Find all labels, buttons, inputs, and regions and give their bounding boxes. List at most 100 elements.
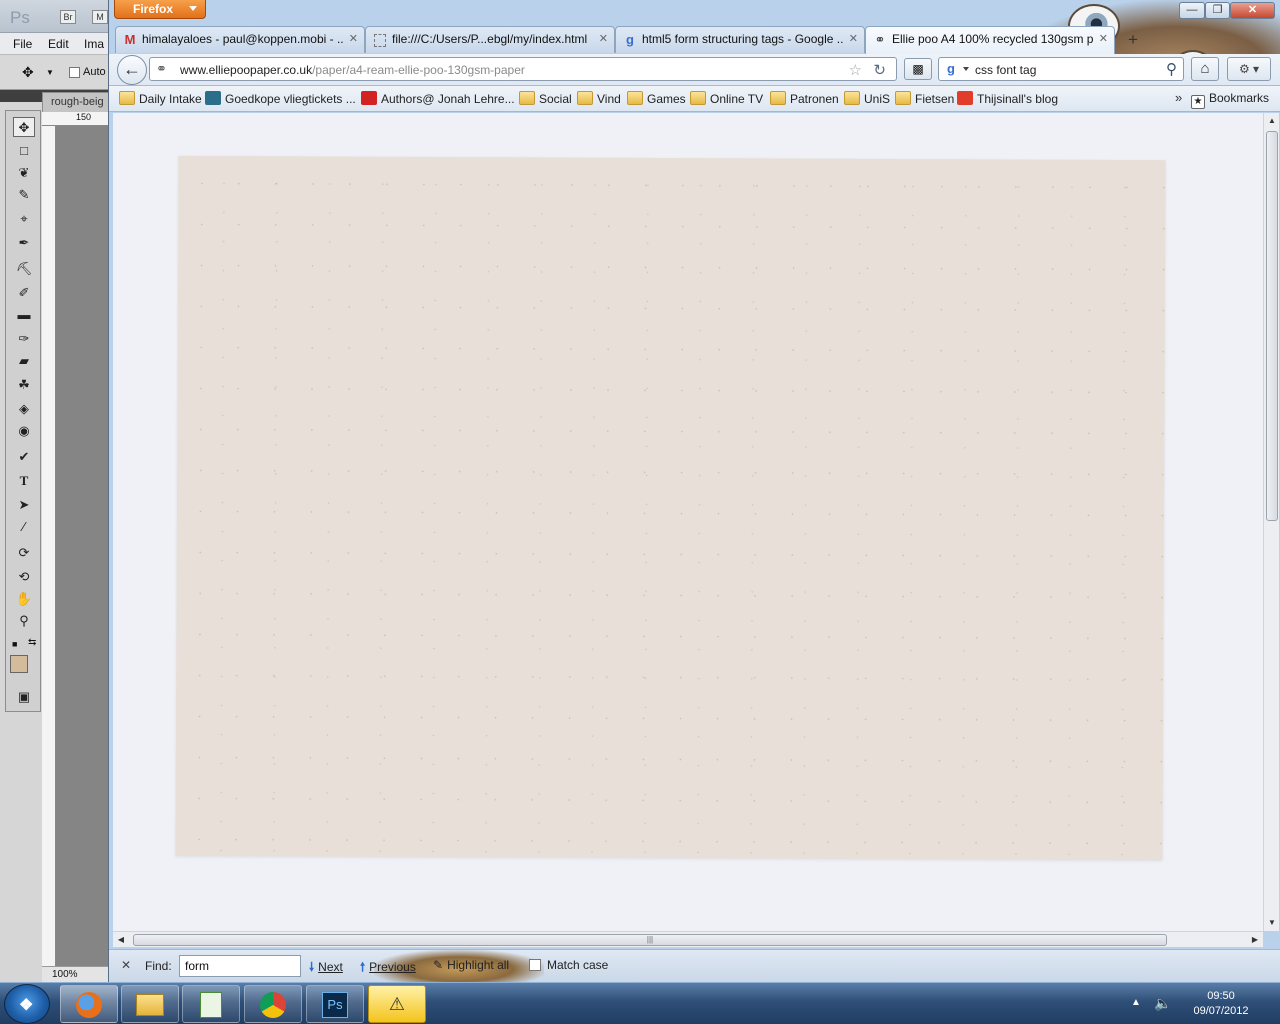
chrome-icon[interactable] — [244, 985, 302, 1023]
crop-icon[interactable]: ⌖ — [13, 209, 35, 229]
stamp-icon[interactable]: ▬ — [13, 305, 35, 325]
horizontal-scrollbar[interactable]: ◀ ||| ▶ — [113, 931, 1263, 947]
close-icon[interactable]: ✕ — [121, 958, 131, 972]
reload-icon[interactable]: ↻ — [873, 61, 886, 79]
bookmark-vind[interactable]: Vind — [577, 91, 621, 107]
photoshop-icon[interactable]: Ps — [306, 985, 364, 1023]
bookmark-daily-intake[interactable]: Daily Intake — [119, 91, 202, 107]
close-icon[interactable]: ✕ — [1099, 32, 1108, 45]
bookmark-fietsen[interactable]: Fietsen — [895, 91, 954, 107]
maximize-button[interactable]: ❐ — [1205, 2, 1230, 19]
tab-google-search[interactable]: g html5 form structuring tags - Google .… — [615, 26, 865, 53]
3d-orbit-icon[interactable]: ⟲ — [13, 567, 35, 587]
search-bar[interactable]: g css font tag ⚲ — [938, 57, 1184, 81]
scroll-left-icon[interactable]: ◀ — [113, 932, 129, 948]
quick-select-icon[interactable]: ✎ — [13, 185, 35, 205]
dodge-icon[interactable]: ◉ — [13, 421, 35, 441]
type-icon[interactable]: T — [13, 471, 35, 491]
pen-icon[interactable]: ✔ — [13, 447, 35, 467]
explorer-icon[interactable] — [121, 985, 179, 1023]
horizontal-scroll-thumb[interactable]: ||| — [133, 934, 1167, 946]
mini-bridge-button[interactable]: M — [92, 10, 108, 24]
tab-local-file[interactable]: file:///C:/Users/P...ebgl/my/index.html … — [365, 26, 615, 53]
menu-edit[interactable]: Edit — [48, 37, 69, 51]
find-input[interactable] — [179, 955, 301, 977]
home-button[interactable]: ⌂ — [1191, 57, 1219, 81]
marquee-icon[interactable]: □ — [13, 141, 35, 161]
firefox-icon[interactable] — [60, 985, 118, 1023]
healing-icon[interactable]: ⛏ — [13, 259, 35, 279]
new-tab-button[interactable]: + — [1122, 29, 1144, 51]
bookmark-goedkope-vliegtickets[interactable]: Goedkope vliegtickets ... — [205, 91, 356, 107]
notepad-icon[interactable] — [182, 985, 240, 1023]
chevron-down-icon[interactable]: ▼ — [46, 68, 54, 77]
menu-file[interactable]: File — [13, 37, 32, 51]
close-window-button[interactable]: ✕ — [1230, 2, 1275, 19]
url-bar[interactable]: ⚭ www.elliepoopaper.co.uk/paper/a4-ream-… — [149, 57, 897, 81]
eraser-icon[interactable]: ▰ — [13, 351, 35, 371]
vertical-scrollbar[interactable]: ▲ ▼ — [1263, 113, 1279, 931]
bookmark-thijsinall-blog[interactable]: Thijsinall's blog — [957, 91, 1058, 107]
close-icon[interactable]: ✕ — [349, 32, 358, 45]
bookmark-online-tv[interactable]: Online TV — [690, 91, 763, 107]
start-button[interactable]: ❖ — [4, 984, 50, 1024]
zoom-icon[interactable]: ⚲ — [13, 611, 35, 631]
match-case-checkbox[interactable]: Match case — [529, 958, 608, 972]
show-hidden-icons-icon[interactable]: ▲ — [1131, 997, 1141, 1008]
vertical-scroll-thumb[interactable] — [1266, 131, 1278, 521]
close-icon[interactable]: ✕ — [599, 32, 608, 45]
3d-rotate-icon[interactable]: ⟳ — [13, 543, 35, 563]
lasso-icon[interactable]: ❦ — [13, 163, 35, 183]
move-icon[interactable]: ✥ — [13, 117, 35, 137]
scroll-up-icon[interactable]: ▲ — [1264, 113, 1280, 129]
find-next-button[interactable]: 🠗 Next — [309, 958, 343, 979]
eyedropper-icon[interactable]: ✒ — [13, 233, 35, 253]
bookmark-star-icon[interactable]: ☆ — [849, 61, 862, 79]
photoshop-canvas-area[interactable] — [56, 126, 110, 966]
quick-mask-icon[interactable]: ▣ — [13, 687, 35, 707]
foreground-color-swatch[interactable] — [10, 655, 28, 673]
line-icon[interactable]: ∕ — [13, 517, 35, 537]
bucket-icon[interactable]: ☘ — [13, 375, 35, 395]
move-tool-icon[interactable]: ✥ — [22, 64, 34, 81]
warning-icon[interactable]: ⚠ — [368, 985, 426, 1023]
back-button[interactable]: ← — [117, 55, 147, 85]
blur-icon[interactable]: ◈ — [13, 399, 35, 419]
highlight-all-button[interactable]: ✎ Highlight all — [433, 958, 509, 972]
hand-icon[interactable]: ✋ — [13, 589, 35, 609]
volume-icon[interactable]: 🔈 — [1154, 995, 1171, 1012]
scroll-down-icon[interactable]: ▼ — [1264, 915, 1280, 931]
google-icon[interactable]: g — [943, 61, 959, 77]
tab-gmail[interactable]: M himalayaloes - paul@koppen.mobi - ... … — [115, 26, 365, 53]
system-clock[interactable]: 09:50 09/07/2012 — [1176, 989, 1266, 1019]
menu-image[interactable]: Ima — [84, 37, 104, 51]
bookmark-patronen[interactable]: Patronen — [770, 91, 839, 107]
minimize-button[interactable]: — — [1179, 2, 1205, 19]
history-brush-icon[interactable]: ✑ — [13, 329, 35, 349]
search-icon[interactable]: ⚲ — [1166, 60, 1177, 78]
brush-icon[interactable]: ✐ — [13, 283, 35, 303]
path-select-icon[interactable]: ➤ — [13, 495, 35, 515]
bookmarks-overflow-icon[interactable]: » — [1175, 90, 1182, 105]
swap-colors-icon[interactable]: ⇆ — [28, 637, 36, 648]
checkbox-icon[interactable] — [529, 959, 541, 971]
tab-elliepoo[interactable]: ⚭ Ellie poo A4 100% recycled 130gsm p...… — [865, 26, 1115, 54]
firefox-menu-button[interactable]: Firefox — [114, 0, 206, 19]
page-content[interactable] — [113, 113, 1263, 931]
bookmark-unis[interactable]: UniS — [844, 91, 890, 107]
search-engine-dropdown-icon[interactable] — [963, 67, 969, 71]
search-input[interactable]: css font tag — [975, 63, 1036, 77]
find-previous-button[interactable]: 🠕 Previous — [360, 958, 416, 979]
document-tab[interactable]: rough-beig — [42, 92, 110, 112]
bridge-button[interactable]: Br — [60, 10, 76, 24]
scroll-right-icon[interactable]: ▶ — [1247, 932, 1263, 948]
addon-button[interactable]: ⚙ ▾ — [1227, 57, 1271, 81]
bookmark-authors-jonah[interactable]: Authors@ Jonah Lehre... — [361, 91, 515, 107]
bookmark-social[interactable]: Social — [519, 91, 572, 107]
bookmark-games[interactable]: Games — [627, 91, 686, 107]
extension-button[interactable]: ▩ — [904, 58, 932, 80]
url-text[interactable]: www.elliepoopaper.co.uk/paper/a4-ream-el… — [180, 63, 525, 77]
auto-select-checkbox[interactable] — [69, 67, 80, 78]
default-colors-icon[interactable]: ■ — [12, 639, 17, 649]
bookmarks-menu-button[interactable]: ★ Bookmarks — [1191, 91, 1269, 109]
